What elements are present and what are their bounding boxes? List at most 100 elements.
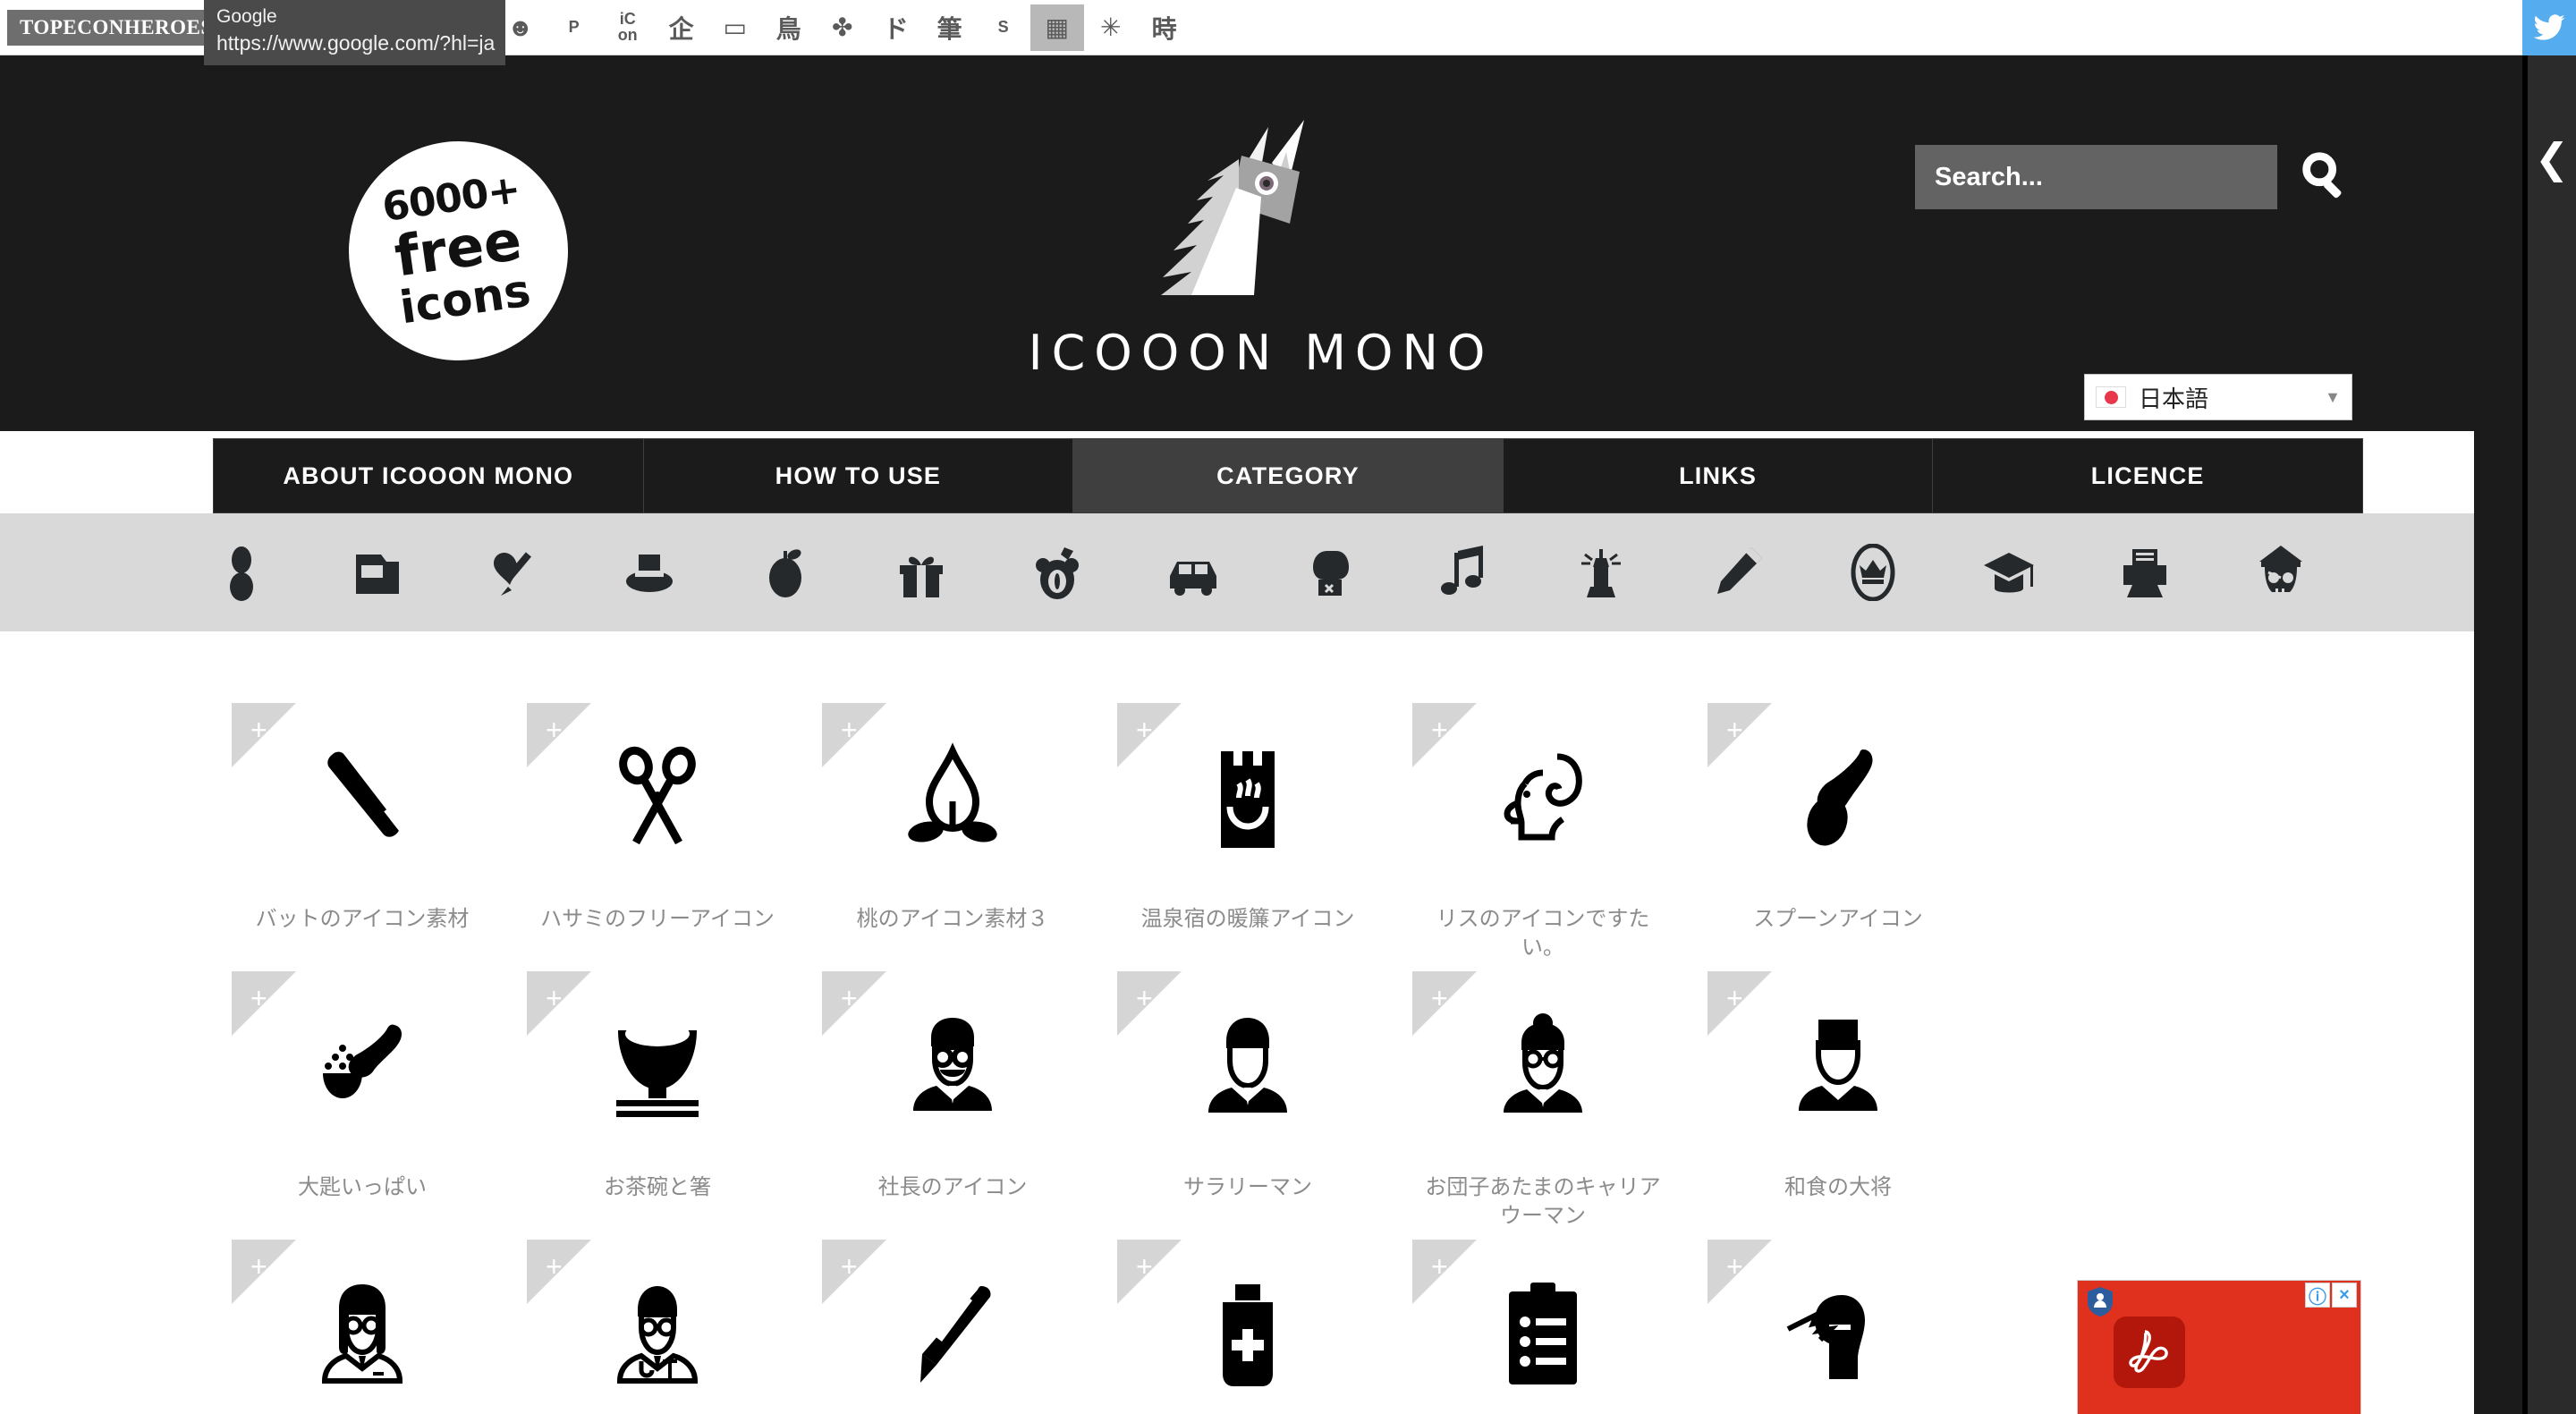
main-nav: ABOUT ICOOON MONO HOW TO USE CATEGORY LI… [213,438,2363,513]
category-pencil-stationery-icon[interactable] [1669,513,1805,631]
icon-thumbnail[interactable]: + [822,971,1083,1164]
plus-icon: + [1726,1250,1743,1283]
category-bear-animal-icon[interactable] [989,513,1125,631]
icon-thumbnail[interactable]: + [822,1240,1083,1414]
icon-label: 桃のアイコン素材３ [856,906,1049,931]
plus-icon: + [1136,714,1153,746]
category-heart-syringe-medical-icon[interactable] [445,513,581,631]
bookmark-icon-icon[interactable]: iC on [601,4,655,51]
president-icon [913,1017,992,1111]
squirrel-icon [1504,753,1582,840]
career-woman-icon [1504,1012,1582,1113]
plus-icon: + [1726,982,1743,1014]
icon-card[interactable]: + 温泉宿の暖簾アイコン [1100,703,1395,971]
spoon-icon [1807,749,1873,845]
twitter-icon[interactable] [2522,0,2576,55]
icon-thumbnail[interactable]: + [1117,703,1378,895]
nav-item-links[interactable]: LINKS [1503,439,1934,512]
bookmark-sofa-icon[interactable]: ▭ [708,4,762,51]
plus-icon: + [546,982,563,1014]
icon-thumbnail[interactable]: + [232,703,493,895]
category-crown-mirror-icon[interactable] [1805,513,1941,631]
language-select[interactable]: 日本語 ▼ [2084,374,2352,420]
icon-thumbnail[interactable]: + [1412,703,1674,895]
search-input[interactable] [1915,145,2277,209]
screen: TOPECONHEROES ● EC ♩ 〰LINE FLAT ☻ P iCon… [0,0,2576,1414]
page-title: ICOOON MONO [1028,325,1495,381]
chevron-left-icon[interactable]: ❮ [2535,138,2570,179]
icon-thumbnail[interactable]: + [1707,703,1969,895]
bookmark-grid-icon[interactable]: ▦ [1030,4,1084,51]
bookmark-brush-icon[interactable]: 筆 [923,4,977,51]
icon-card[interactable]: + [215,1240,510,1414]
icon-card[interactable]: + お団子あたまのキャリアウーマン [1395,971,1690,1240]
japan-flag-icon [2096,386,2126,408]
nav-item-category[interactable]: CATEGORY [1073,439,1504,512]
icon-thumbnail[interactable]: + [527,1240,788,1414]
icon-thumbnail[interactable]: + [1707,971,1969,1164]
category-hat-fashion-icon[interactable] [581,513,717,631]
category-person-icon[interactable] [174,513,309,631]
icon-thumbnail[interactable]: + [1117,1240,1378,1414]
icon-card[interactable]: + サラリーマン [1100,971,1395,1240]
nav-item-how-to-use[interactable]: HOW TO USE [643,439,1074,512]
nav-item-licence[interactable]: LICENCE [1933,439,2362,512]
icon-card[interactable]: + [1100,1240,1395,1414]
icon-thumbnail[interactable]: + [527,971,788,1164]
icon-card[interactable]: + [1395,1240,1690,1414]
bookmark-p-icon[interactable]: P [547,4,601,51]
category-skull-pirate-icon[interactable] [2213,513,2349,631]
icon-thumbnail[interactable]: + [232,1240,493,1414]
icon-card[interactable]: + ハサミのフリーアイコン [510,703,805,971]
category-folder-file-icon[interactable] [309,513,445,631]
icon-card[interactable]: + 社長のアイコン [805,971,1100,1240]
category-lighthouse-building-icon[interactable] [1533,513,1669,631]
bookmark-bird-icon[interactable]: 鳥 [762,4,816,51]
salaryman-icon [1208,1017,1287,1113]
icon-card[interactable]: + 大匙いっぱい [215,971,510,1240]
bookmark-s-icon[interactable]: S [977,4,1030,51]
nav-item-about[interactable]: ABOUT ICOOON MONO [214,439,644,512]
bookmark-building-icon[interactable]: 企 [655,4,708,51]
icon-label: 大匙いっぱい [298,1174,427,1199]
icon-card[interactable]: + [510,1240,805,1414]
icon-thumbnail[interactable]: + [527,703,788,895]
unicorn-logo [1161,120,1304,295]
info-icon[interactable]: ⓘ [2305,1283,2330,1308]
search-button[interactable] [2297,148,2352,207]
icon-thumbnail[interactable]: + [232,971,493,1164]
icon-thumbnail[interactable]: + [822,703,1083,895]
icon-label: 和食の大将 [1784,1174,1892,1199]
bookmark-sparkle-icon[interactable]: ✳ [1084,4,1138,51]
icon-card[interactable]: + お茶碗と箸 [510,971,805,1240]
icon-thumbnail[interactable]: + [1117,971,1378,1164]
advertisement[interactable]: ⓘ × Adobe Acrobat DC PDFを Microsoft Offi… [2077,1280,2361,1414]
close-icon[interactable]: × [2332,1283,2357,1308]
plus-icon: + [1136,982,1153,1014]
category-music-notes-icon[interactable] [1397,513,1533,631]
icon-card[interactable]: + リスのアイコンですたい。 [1395,703,1690,971]
bookmark-flower-icon[interactable]: ✤ [816,4,869,51]
right-gutter [2474,55,2522,1414]
bookmark-brand[interactable]: TOPECONHEROES [7,9,225,46]
bookmark-do-icon[interactable]: ド [869,4,923,51]
icon-card[interactable]: + [1690,1240,1986,1414]
category-apple-food-icon[interactable] [717,513,853,631]
plus-icon: + [841,982,858,1014]
category-graduation-cap-school-icon[interactable] [1941,513,2077,631]
category-boxing-glove-sports-icon[interactable] [1261,513,1397,631]
icon-thumbnail[interactable]: + [1707,1240,1969,1414]
icon-card[interactable]: + 和食の大将 [1690,971,1986,1240]
icon-card[interactable]: + [805,1240,1100,1414]
icon-card[interactable]: + バットのアイコン素材 [215,703,510,971]
category-car-vehicle-icon[interactable] [1125,513,1261,631]
adchoices-shield-icon[interactable] [2087,1286,2114,1317]
icon-thumbnail[interactable]: + [1412,971,1674,1164]
category-printer-office-icon[interactable] [2077,513,2213,631]
icon-thumbnail[interactable]: + [1412,1240,1674,1414]
category-gift-event-icon[interactable] [853,513,989,631]
icon-card[interactable]: + スプーンアイコン [1690,703,1986,971]
bookmark-clock-kanji-icon[interactable]: 時 [1138,4,1191,51]
icon-card[interactable]: + 桃のアイコン素材３ [805,703,1100,971]
site-header: 6000+ free icons ICOOON MONO Search... 日… [0,55,2522,431]
